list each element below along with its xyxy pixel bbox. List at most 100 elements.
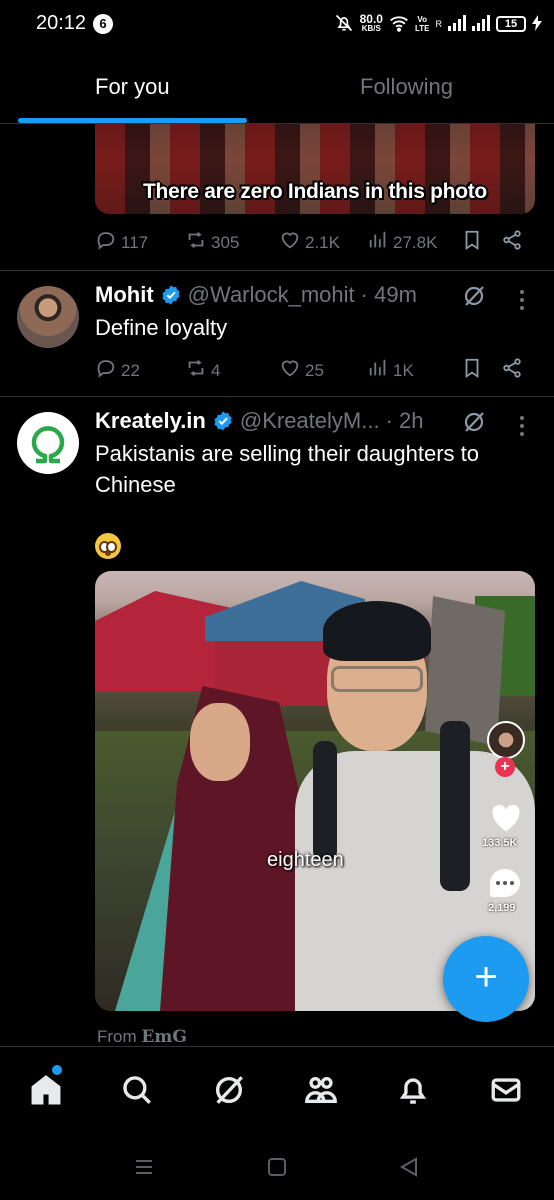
views-button[interactable]: 27.8K xyxy=(367,229,437,256)
author-name[interactable]: Kreately.in xyxy=(95,408,206,434)
bookmark-button[interactable] xyxy=(461,357,483,384)
home-icon xyxy=(31,1075,61,1105)
nav-communities[interactable] xyxy=(304,1073,340,1109)
verified-badge-icon xyxy=(212,410,234,432)
nav-grok[interactable] xyxy=(212,1073,248,1109)
post-time: · 2h xyxy=(385,408,424,433)
more-options-icon[interactable] xyxy=(519,290,525,314)
reply-icon xyxy=(95,357,117,384)
post-media-image[interactable]: There are zero Indians in this photo xyxy=(95,124,535,214)
active-tab-indicator xyxy=(18,118,247,123)
avatar[interactable] xyxy=(17,412,79,474)
feed-tabs: For you Following xyxy=(0,58,554,124)
reply-icon xyxy=(95,229,117,256)
share-icon xyxy=(501,230,523,255)
grok-icon[interactable] xyxy=(462,410,486,439)
tab-following[interactable]: Following xyxy=(360,74,453,100)
video-frame-backpack-strap xyxy=(440,721,470,891)
menu-lines-icon xyxy=(136,1160,152,1174)
views-button[interactable]: 1K xyxy=(367,357,414,384)
like-button[interactable]: 2.1K xyxy=(279,229,340,256)
network-speed-value: 80.0 xyxy=(359,12,383,26)
system-navigation-bar xyxy=(0,1132,554,1200)
views-icon xyxy=(367,229,389,256)
repost-button[interactable]: 4 xyxy=(185,357,220,384)
bell-icon xyxy=(399,1078,427,1104)
nav-search[interactable] xyxy=(120,1073,156,1109)
network-speed-unit: KB/S xyxy=(361,24,381,33)
charging-icon xyxy=(532,14,542,34)
post-actions: 117 305 2.1K 27.8K xyxy=(95,229,535,259)
bookmark-button[interactable] xyxy=(461,229,483,256)
author-handle[interactable]: @KreatelyM... xyxy=(240,408,380,434)
flushed-face-emoji-icon xyxy=(95,533,121,559)
video-frame-person xyxy=(190,703,250,781)
nav-messages[interactable] xyxy=(489,1073,525,1109)
back-triangle-icon xyxy=(399,1157,417,1177)
grok-icon xyxy=(215,1076,243,1104)
share-button[interactable] xyxy=(501,229,523,256)
mail-icon xyxy=(491,1078,521,1102)
follow-plus-icon: + xyxy=(495,757,515,777)
video-frame-person xyxy=(323,601,431,661)
media-caption: There are zero Indians in this photo xyxy=(143,180,487,203)
roaming-indicator: R xyxy=(435,19,443,29)
video-subtitle: eighteen xyxy=(267,849,344,871)
volte-indicator: Vo LTE xyxy=(414,15,430,33)
post-text-line: Chinese xyxy=(95,472,176,497)
media-source-line: From EmG xyxy=(97,1027,187,1047)
author-handle[interactable]: @Warlock_mohit xyxy=(188,282,355,308)
post-divider xyxy=(0,396,554,397)
post-divider xyxy=(0,270,554,271)
search-icon xyxy=(123,1076,151,1104)
share-button[interactable] xyxy=(501,357,523,384)
views-count: 27.8K xyxy=(393,232,438,252)
repost-button[interactable]: 305 xyxy=(185,229,239,256)
post-time: · 49m xyxy=(360,282,417,307)
mute-icon xyxy=(334,13,354,36)
overlay-heart-icon xyxy=(490,803,522,838)
video-frame-backpack-strap xyxy=(313,741,337,861)
status-time: 20:12 xyxy=(36,12,87,34)
heart-icon xyxy=(279,357,301,384)
signal-icon-2 xyxy=(472,14,490,34)
creator-avatar xyxy=(487,721,525,759)
repost-icon xyxy=(185,357,207,384)
grok-icon[interactable] xyxy=(462,284,486,313)
nav-home[interactable] xyxy=(29,1073,65,1109)
media-source-name[interactable]: EmG xyxy=(141,1027,186,1047)
views-icon xyxy=(367,357,389,384)
reply-button[interactable]: 22 xyxy=(95,357,140,384)
status-indicators: 80.0 KB/S Vo LTE R 15 xyxy=(334,10,542,38)
home-unread-dot xyxy=(52,1065,62,1075)
nav-notifications[interactable] xyxy=(396,1073,432,1109)
battery-indicator: 15 xyxy=(496,16,526,32)
square-icon xyxy=(268,1158,286,1176)
author-name[interactable]: Mohit xyxy=(95,282,154,308)
media-source-prefix: From xyxy=(97,1027,137,1046)
like-count: 2.1K xyxy=(305,232,340,252)
recent-apps-button[interactable] xyxy=(133,1156,155,1183)
status-bar: 20:12 6 80.0 KB/S Vo LTE R 15 xyxy=(0,0,554,50)
home-system-button[interactable] xyxy=(266,1156,288,1183)
repost-icon xyxy=(185,229,207,256)
post-text-line: Pakistanis are selling their daughters t… xyxy=(95,441,479,466)
reply-button[interactable]: 117 xyxy=(95,229,148,256)
compose-post-button[interactable]: + xyxy=(443,936,529,1022)
bookmark-icon xyxy=(461,358,483,383)
verified-badge-icon xyxy=(160,284,182,306)
overlay-like-count: 133.5K xyxy=(482,837,518,849)
post-header: Kreately.in @KreatelyM... · 2h xyxy=(95,408,423,434)
notification-count-badge: 6 xyxy=(93,14,113,34)
post-header: Mohit @Warlock_mohit · 49m xyxy=(95,282,417,308)
tab-for-you[interactable]: For you xyxy=(95,74,170,100)
reply-count: 22 xyxy=(121,360,140,380)
repost-count: 4 xyxy=(211,360,221,380)
back-system-button[interactable] xyxy=(398,1156,420,1183)
avatar[interactable] xyxy=(17,286,79,348)
like-button[interactable]: 25 xyxy=(279,357,324,384)
more-options-icon[interactable] xyxy=(519,416,525,440)
wifi-icon xyxy=(389,14,409,35)
post-actions: 22 4 25 1K xyxy=(95,357,535,387)
bottom-navigation xyxy=(0,1046,554,1132)
